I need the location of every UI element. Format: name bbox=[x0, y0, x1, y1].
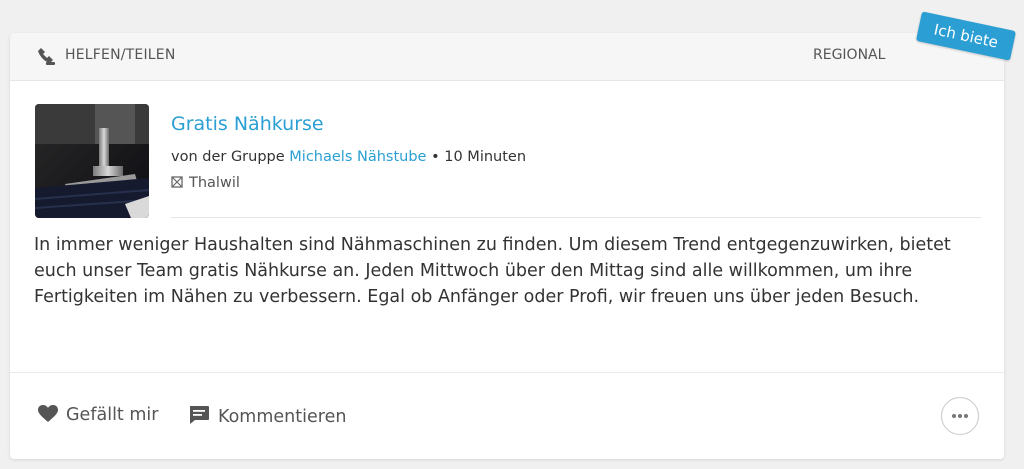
post-title[interactable]: Gratis Nähkurse bbox=[171, 113, 324, 135]
comment-button[interactable]: Kommentieren bbox=[188, 405, 346, 427]
group-link[interactable]: Michaels Nähstube bbox=[289, 149, 426, 165]
location-label: Thalwil bbox=[189, 175, 240, 191]
post-category: HELFEN/TEILEN bbox=[65, 47, 176, 63]
divider bbox=[10, 372, 1004, 373]
meta-separator: • bbox=[431, 149, 440, 165]
post-body: In immer weniger Haushalten sind Nähmasc… bbox=[34, 235, 951, 307]
divider bbox=[171, 217, 981, 218]
heart-icon bbox=[38, 405, 58, 422]
ellipsis-icon bbox=[964, 414, 968, 418]
meta-prefix: von der Gruppe bbox=[171, 149, 285, 165]
post-thumbnail[interactable] bbox=[35, 104, 149, 218]
comment-icon bbox=[189, 406, 209, 424]
sewing-machine-image bbox=[35, 104, 149, 218]
post-header: HELFEN/TEILEN REGIONAL bbox=[10, 33, 1004, 81]
helping-hands-icon bbox=[38, 48, 55, 65]
post-location: Thalwil bbox=[171, 175, 240, 191]
post-meta: von der Gruppe Michaels Nähstube • 10 Mi… bbox=[171, 149, 526, 165]
like-button[interactable]: Gefällt mir bbox=[38, 405, 158, 425]
post-time: 10 Minuten bbox=[444, 149, 527, 165]
ellipsis-icon bbox=[958, 414, 962, 418]
location-icon bbox=[171, 176, 183, 188]
post-region: REGIONAL bbox=[813, 47, 886, 63]
ellipsis-icon bbox=[952, 414, 956, 418]
more-options-button[interactable] bbox=[941, 397, 979, 435]
post-card: HELFEN/TEILEN REGIONAL Gratis Nähkurse v… bbox=[10, 33, 1004, 459]
comment-label: Kommentieren bbox=[218, 407, 347, 427]
like-label: Gefällt mir bbox=[66, 405, 159, 425]
